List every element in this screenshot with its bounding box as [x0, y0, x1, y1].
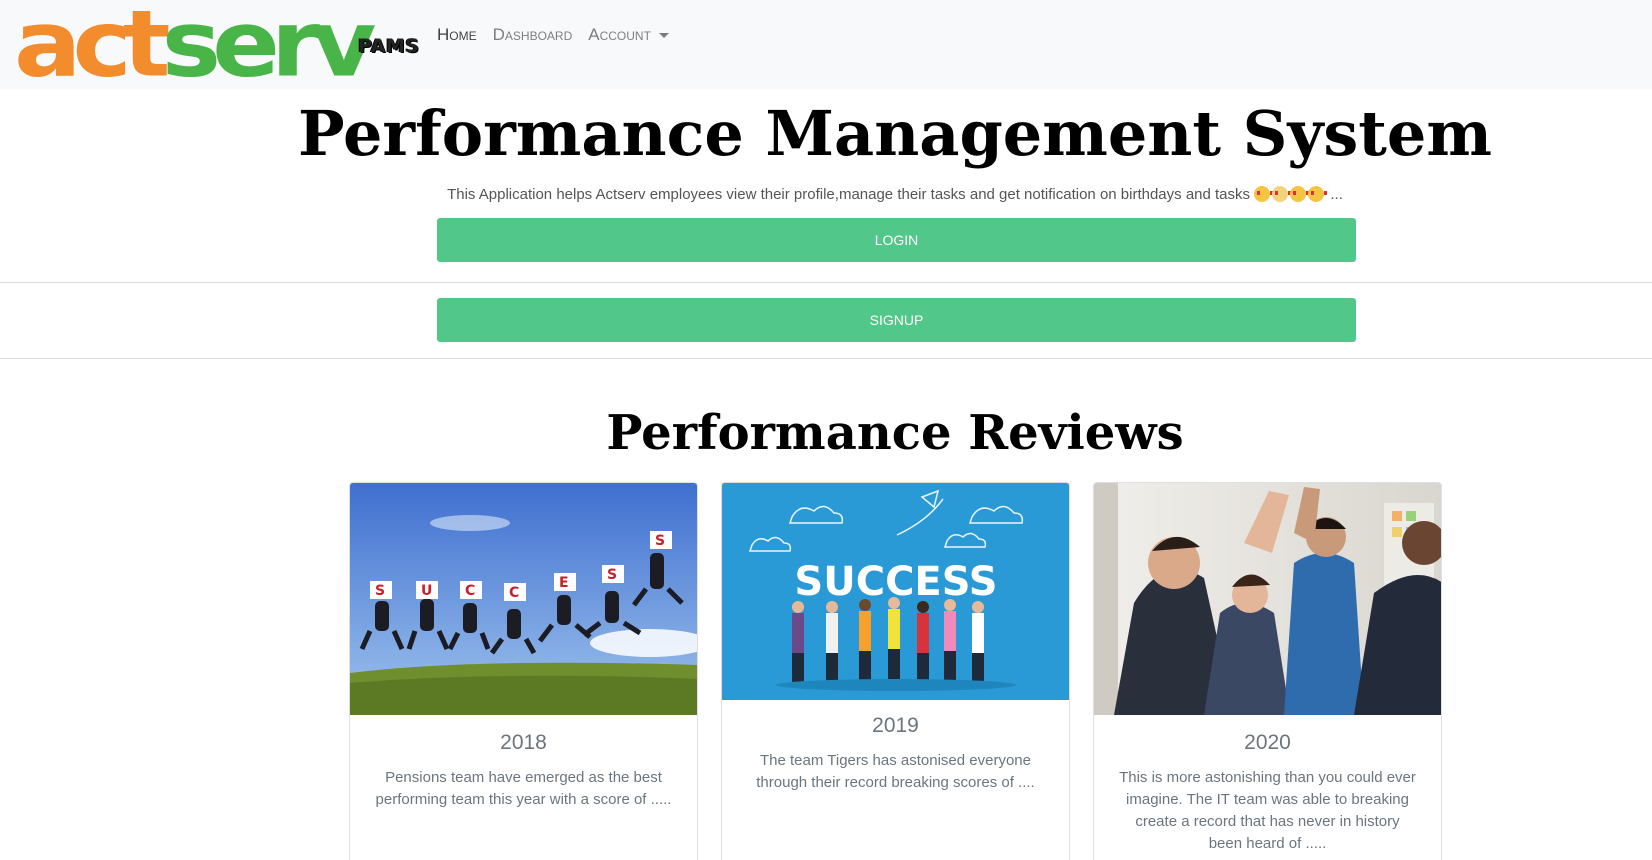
divider: [0, 358, 1652, 359]
kiss-emoji-icon: [1290, 186, 1310, 202]
nav-account-label: Account: [588, 25, 651, 44]
svg-text:C: C: [509, 585, 519, 601]
nav-account-dropdown[interactable]: Account: [588, 25, 669, 45]
success-team-image: SUCCESS: [722, 483, 1069, 700]
actserv-logo[interactable]: actserv: [14, 0, 376, 90]
heart-eyes-emoji-icon: [1308, 186, 1328, 202]
svg-text:S: S: [375, 583, 385, 599]
card-text: This is more astonishing than you could …: [1119, 769, 1416, 852]
divider: [0, 282, 1652, 283]
success-jump-image: S U C C E S S: [350, 483, 697, 715]
card-year: 2020: [1244, 731, 1291, 754]
svg-text:E: E: [559, 575, 569, 591]
svg-text:U: U: [421, 583, 432, 599]
chevron-down-icon: [658, 32, 669, 38]
login-button[interactable]: LOGIN: [437, 218, 1356, 262]
review-card-2019[interactable]: SUCCESS 2019 The team Tigers has astonis…: [721, 482, 1070, 860]
card-year: 2019: [872, 714, 919, 737]
card-year: 2018: [500, 731, 547, 754]
high-five-team-image: [1094, 483, 1441, 715]
review-card-2020[interactable]: 2020 This is more astonishing than you c…: [1093, 482, 1442, 860]
nav-dashboard-link[interactable]: Dashboard: [493, 25, 573, 45]
svg-text:S: S: [655, 533, 665, 549]
page-subtitle: This Application helps Actserv employees…: [0, 186, 1652, 203]
logo-serv-text: serv: [161, 0, 377, 98]
svg-text:C: C: [465, 583, 475, 599]
reviews-title: Performance Reviews: [606, 405, 1184, 461]
signup-button[interactable]: SIGNUP: [437, 298, 1356, 342]
review-card-2018[interactable]: S U C C E S S 2018 Pensions team have em…: [349, 482, 698, 860]
subtitle-text: This Application helps Actserv employees…: [447, 186, 1251, 203]
birthday-emoji-icon: [1272, 186, 1292, 202]
heart-eyes-emoji-icon: [1254, 186, 1274, 202]
subtitle-ellipsis: ...: [1330, 186, 1343, 203]
logo-act-text: act: [14, 0, 171, 98]
svg-text:S: S: [607, 567, 617, 583]
card-text: The team Tigers has astonised everyone t…: [756, 752, 1035, 791]
card-text: Pensions team have emerged as the best p…: [375, 769, 672, 808]
app-badge: PAMS: [358, 35, 420, 57]
nav-home-link[interactable]: Home: [437, 25, 477, 45]
page-title: Performance Management System: [298, 97, 1492, 170]
nav-menu: Home Dashboard Account: [437, 25, 669, 45]
navbar: actserv PAMS Home Dashboard Account: [0, 0, 1652, 90]
